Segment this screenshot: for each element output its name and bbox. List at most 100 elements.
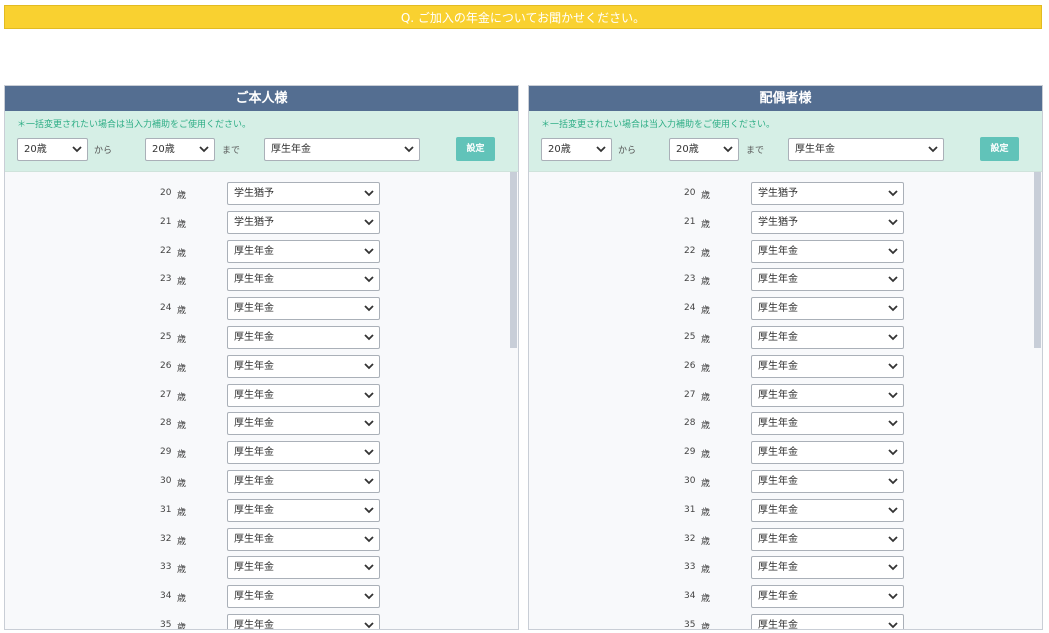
pension-select[interactable]: 厚生年金	[751, 297, 904, 321]
pension-select[interactable]: 厚生年金	[751, 614, 904, 629]
age-number: 33	[160, 562, 172, 573]
scrollbar[interactable]	[510, 172, 517, 348]
pension-select-value: 厚生年金	[234, 303, 274, 315]
panel-spouse: 配偶者様 ＊一括変更されたい場合は当入力補助をご使用ください。 20歳 から 2…	[528, 85, 1043, 630]
scrollbar[interactable]	[1034, 172, 1041, 348]
age-row: 22 歳 厚生年金	[5, 239, 518, 266]
age-unit: 歳	[177, 219, 187, 230]
chevron-down-icon	[364, 449, 374, 456]
pension-select[interactable]: 厚生年金	[227, 470, 380, 493]
pension-type-select[interactable]: 厚生年金	[264, 138, 420, 161]
from-label: から	[94, 146, 113, 156]
age-row: 32 歳 厚生年金	[529, 527, 1042, 554]
age-row: 33 歳 厚生年金	[529, 556, 1042, 582]
age-row: 21 歳 学生猶予	[5, 210, 518, 237]
pension-select-value: 厚生年金	[758, 562, 798, 574]
pension-select[interactable]: 厚生年金	[751, 556, 904, 580]
chevron-down-icon	[888, 420, 898, 427]
chevron-down-icon	[364, 622, 374, 629]
chevron-down-icon	[364, 247, 374, 254]
pension-select[interactable]: 厚生年金	[751, 268, 904, 292]
age-unit: 歳	[701, 536, 711, 547]
pension-select-value: 学生猶予	[234, 216, 274, 228]
age-number: 34	[684, 591, 696, 602]
to-age-select[interactable]: 20歳	[145, 138, 215, 161]
age-unit: 歳	[701, 392, 711, 403]
pension-select[interactable]: 学生猶予	[227, 182, 380, 205]
pension-select[interactable]: 厚生年金	[751, 383, 904, 407]
chevron-down-icon	[888, 391, 898, 398]
pension-select-value: 学生猶予	[758, 216, 798, 228]
pension-select[interactable]: 厚生年金	[751, 326, 904, 349]
pension-select-value: 厚生年金	[758, 591, 798, 603]
pension-select[interactable]: 厚生年金	[227, 297, 380, 321]
from-age-select[interactable]: 20歳	[17, 138, 88, 161]
age-row: 23 歳 厚生年金	[529, 268, 1042, 294]
age-rows: 20 歳学生猶予 21 歳学生猶予 22 歳厚生年金 23 歳厚生年金 24 歳厚生年金 25 歳厚生…	[5, 172, 518, 629]
pension-select[interactable]: 厚生年金	[751, 239, 904, 263]
chevron-down-icon	[888, 190, 898, 197]
pension-select[interactable]: 厚生年金	[751, 527, 904, 551]
pension-select[interactable]: 厚生年金	[227, 498, 380, 522]
age-row: 34 歳 厚生年金	[5, 585, 518, 611]
pension-select[interactable]: 厚生年金	[227, 239, 380, 263]
age-number: 26	[160, 360, 172, 371]
pension-select-value: 学生猶予	[234, 188, 274, 199]
from-label: から	[618, 146, 637, 156]
age-number: 31	[684, 504, 696, 515]
age-number: 32	[684, 533, 696, 544]
pension-select-value: 厚生年金	[758, 274, 798, 286]
age-number: 22	[160, 245, 172, 256]
pension-select[interactable]: 厚生年金	[227, 354, 380, 378]
age-number: 29	[684, 447, 696, 458]
age-unit: 歳	[701, 363, 711, 374]
set-button[interactable]: 設定	[456, 137, 495, 161]
age-number: 32	[160, 533, 172, 544]
pension-select[interactable]: 厚生年金	[227, 527, 380, 551]
age-row: 20 歳 学生猶予	[5, 182, 518, 208]
age-unit: 歳	[177, 306, 187, 317]
pension-select[interactable]: 厚生年金	[751, 498, 904, 522]
pension-select[interactable]: 厚生年金	[227, 383, 380, 407]
age-unit: 歳	[177, 191, 187, 201]
pension-select-value: 厚生年金	[234, 504, 274, 516]
pension-select[interactable]: 厚生年金	[751, 412, 904, 436]
age-number: 23	[160, 274, 172, 285]
pension-select[interactable]: 厚生年金	[227, 441, 380, 465]
age-row: 27 歳 厚生年金	[5, 383, 518, 410]
pension-select[interactable]: 厚生年金	[227, 326, 380, 349]
chevron-down-icon	[364, 478, 374, 485]
pension-select[interactable]: 学生猶予	[751, 210, 904, 234]
age-unit: 歳	[177, 565, 187, 576]
chevron-down-icon	[723, 146, 733, 153]
pension-select-value: 厚生年金	[234, 274, 274, 286]
chevron-down-icon	[888, 535, 898, 542]
pension-type-value: 厚生年金	[271, 144, 311, 155]
pension-select[interactable]: 学生猶予	[227, 210, 380, 234]
set-button[interactable]: 設定	[980, 137, 1019, 161]
chevron-down-icon	[888, 305, 898, 312]
chevron-down-icon	[888, 564, 898, 571]
pension-select[interactable]: 厚生年金	[227, 585, 380, 609]
chevron-down-icon	[888, 247, 898, 254]
pension-select[interactable]: 厚生年金	[227, 556, 380, 580]
pension-select[interactable]: 厚生年金	[751, 354, 904, 378]
pension-select[interactable]: 厚生年金	[751, 585, 904, 609]
pension-type-select[interactable]: 厚生年金	[788, 138, 944, 161]
pension-select[interactable]: 厚生年金	[227, 614, 380, 629]
chevron-down-icon	[364, 391, 374, 398]
from-age-select[interactable]: 20歳	[541, 138, 612, 161]
age-row: 35 歳 厚生年金	[5, 614, 518, 629]
pension-select[interactable]: 厚生年金	[227, 268, 380, 292]
to-age-select[interactable]: 20歳	[669, 138, 739, 161]
age-number: 30	[160, 476, 172, 486]
age-number: 25	[684, 332, 696, 342]
pension-select-value: 厚生年金	[234, 332, 274, 343]
age-number: 29	[160, 447, 172, 458]
pension-select[interactable]: 学生猶予	[751, 182, 904, 205]
pension-select[interactable]: 厚生年金	[751, 441, 904, 465]
pension-select[interactable]: 厚生年金	[227, 412, 380, 436]
pension-select[interactable]: 厚生年金	[751, 470, 904, 493]
age-unit: 歳	[701, 565, 711, 576]
to-age-value: 20歳	[152, 144, 175, 155]
